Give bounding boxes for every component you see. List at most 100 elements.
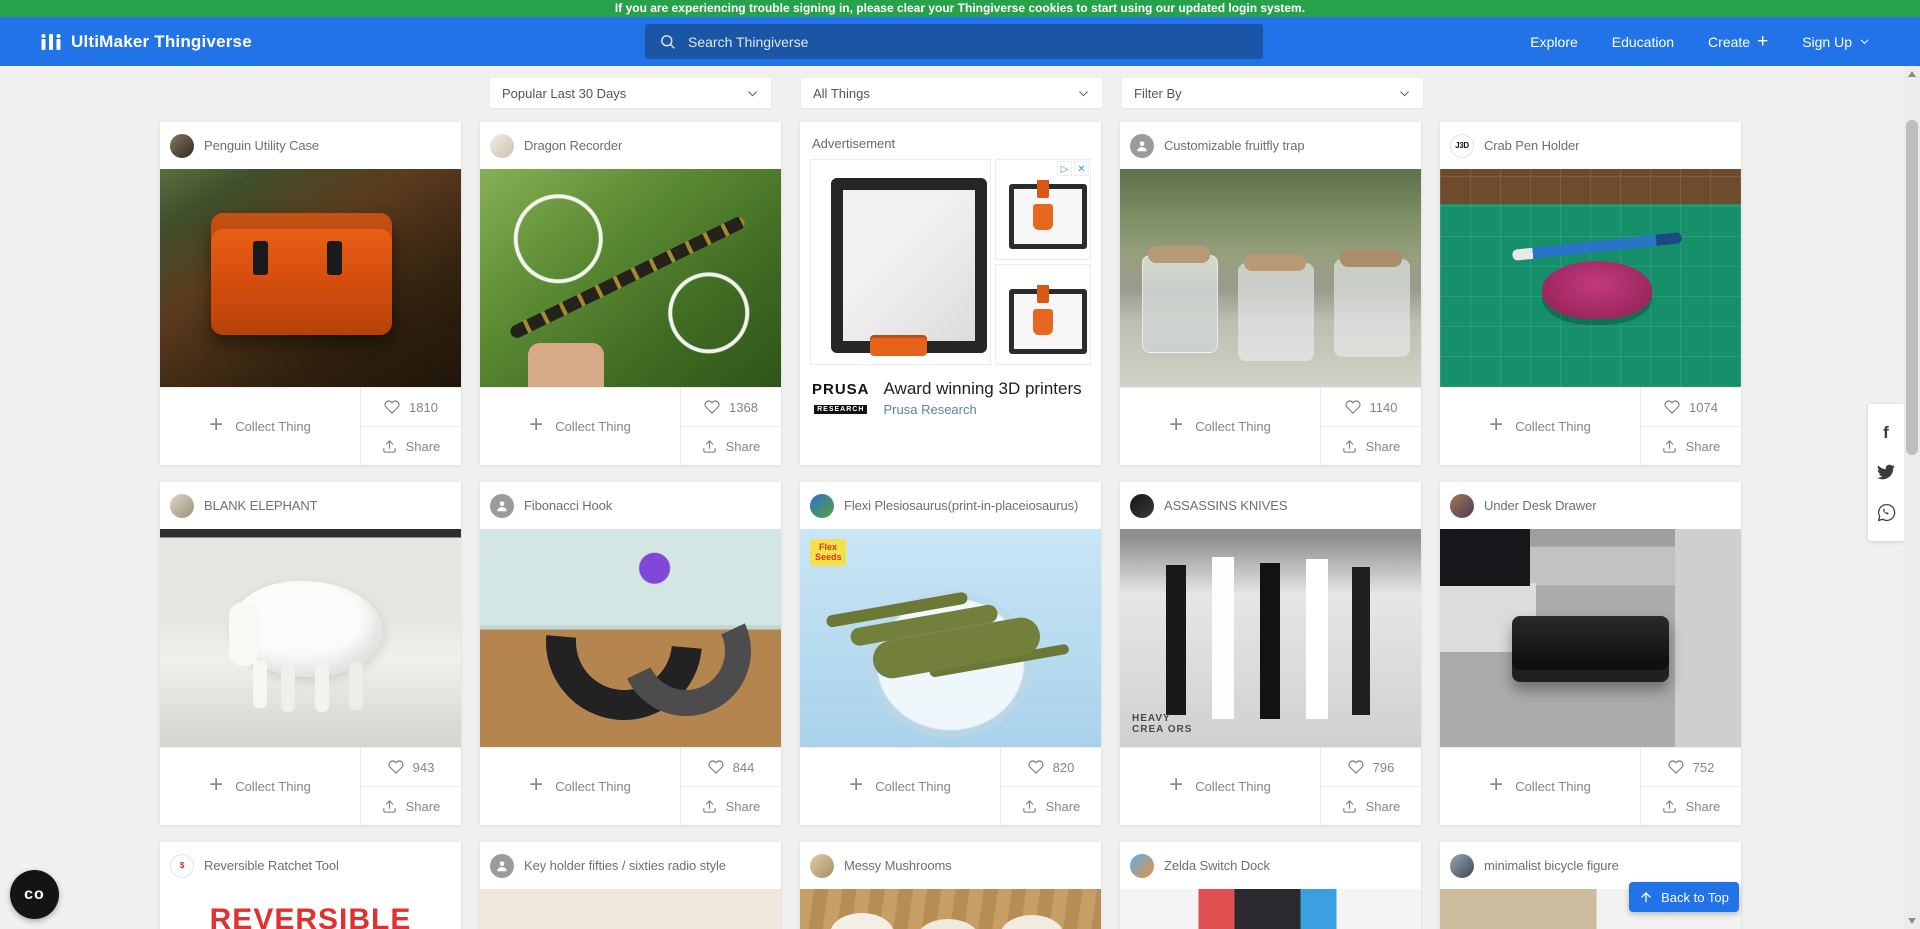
ad-close-icon[interactable]: ✕ [1074, 161, 1089, 176]
creator-avatar[interactable]: J3D [1450, 134, 1474, 158]
collect-thing-button[interactable]: + Collect Thing [800, 748, 1000, 825]
thing-title[interactable]: Dragon Recorder [524, 138, 622, 153]
scroll-down-arrow[interactable] [1908, 918, 1916, 924]
like-count: 1140 [1370, 400, 1398, 415]
nav-explore[interactable]: Explore [1530, 34, 1577, 50]
thing-title[interactable]: Messy Mushrooms [844, 858, 952, 873]
like-button[interactable]: 943 [361, 748, 461, 786]
creator-avatar[interactable] [490, 854, 514, 878]
creator-avatar[interactable] [490, 134, 514, 158]
like-button[interactable]: 1074 [1641, 388, 1741, 426]
creator-avatar[interactable] [810, 854, 834, 878]
share-button[interactable]: Share [1641, 786, 1741, 825]
page-scrollbar[interactable] [1904, 66, 1920, 929]
nav-create[interactable]: Create + [1708, 32, 1768, 51]
thing-title[interactable]: Under Desk Drawer [1484, 498, 1596, 513]
share-button[interactable]: Share [1001, 786, 1101, 825]
advertiser-logo[interactable]: PRUSA RESEARCH [812, 381, 870, 416]
nav-education[interactable]: Education [1612, 34, 1674, 50]
thing-image[interactable] [1440, 529, 1741, 747]
sort-dropdown[interactable]: Popular Last 30 Days [490, 78, 771, 108]
share-button[interactable]: Share [681, 426, 781, 465]
thing-title[interactable]: Fibonacci Hook [524, 498, 612, 513]
ad-image-large[interactable] [810, 159, 991, 365]
collect-thing-button[interactable]: + Collect Thing [480, 388, 680, 465]
like-button[interactable]: 752 [1641, 748, 1741, 786]
thing-title[interactable]: Crab Pen Holder [1484, 138, 1579, 153]
scroll-up-arrow[interactable] [1908, 71, 1916, 77]
creator-avatar[interactable] [810, 494, 834, 518]
scrollbar-thumb[interactable] [1906, 120, 1918, 455]
creator-avatar[interactable] [1450, 854, 1474, 878]
thing-title[interactable]: Key holder fifties / sixties radio style [524, 858, 726, 873]
heart-icon [708, 759, 724, 775]
whatsapp-icon[interactable] [1876, 503, 1896, 523]
nav-sign-up[interactable]: Sign Up [1802, 34, 1870, 50]
creator-avatar[interactable] [1130, 494, 1154, 518]
person-icon [495, 859, 509, 873]
facebook-icon[interactable]: f [1876, 422, 1896, 442]
share-button[interactable]: Share [1321, 786, 1421, 825]
thing-title[interactable]: Flexi Plesiosaurus(print-in-placeiosauru… [844, 498, 1078, 513]
ad-media[interactable]: ▷ ✕ [810, 159, 1091, 365]
adchoices-icon[interactable]: ▷ [1057, 161, 1072, 176]
like-count: 752 [1693, 760, 1715, 775]
like-button[interactable]: 1368 [681, 388, 781, 426]
back-to-top-button[interactable]: Back to Top [1629, 882, 1739, 912]
share-button[interactable]: Share [361, 786, 461, 825]
cookie-settings-button[interactable]: co [10, 870, 59, 919]
thing-image[interactable] [480, 889, 781, 929]
thing-image[interactable]: REVERSIBLE [160, 889, 461, 929]
brand-logo[interactable]: UltiMaker Thingiverse [40, 32, 252, 52]
heart-icon [1348, 759, 1364, 775]
thing-image[interactable] [1120, 889, 1421, 929]
ad-headline[interactable]: Award winning 3D printers [884, 379, 1082, 399]
ad-image-small-bottom[interactable] [995, 264, 1091, 365]
collect-thing-button[interactable]: + Collect Thing [1440, 748, 1640, 825]
thing-title[interactable]: Reversible Ratchet Tool [204, 858, 339, 873]
collect-thing-button[interactable]: + Collect Thing [1120, 748, 1320, 825]
like-button[interactable]: 1140 [1321, 388, 1421, 426]
collect-thing-button[interactable]: + Collect Thing [480, 748, 680, 825]
creator-avatar[interactable] [170, 134, 194, 158]
thing-image[interactable]: Flex Seeds [800, 529, 1101, 747]
ad-advertiser[interactable]: Prusa Research [884, 402, 1082, 417]
like-button[interactable]: 796 [1321, 748, 1421, 786]
creator-avatar[interactable] [1450, 494, 1474, 518]
search-bar[interactable] [645, 24, 1263, 59]
thing-image[interactable] [1120, 169, 1421, 387]
creator-avatar[interactable] [1130, 854, 1154, 878]
thing-image[interactable]: HEAVY CREA ORS [1120, 529, 1421, 747]
thing-image[interactable] [480, 169, 781, 387]
creator-avatar[interactable]: $ [170, 854, 194, 878]
thing-title[interactable]: ASSASSINS KNIVES [1164, 498, 1287, 513]
thing-image[interactable] [160, 529, 461, 747]
thing-image[interactable] [800, 889, 1101, 929]
share-button[interactable]: Share [681, 786, 781, 825]
collect-thing-button[interactable]: + Collect Thing [160, 388, 360, 465]
like-button[interactable]: 820 [1001, 748, 1101, 786]
thing-image[interactable] [160, 169, 461, 387]
creator-avatar[interactable] [490, 494, 514, 518]
category-dropdown[interactable]: All Things [801, 78, 1102, 108]
thing-image[interactable] [480, 529, 781, 747]
filter-by-dropdown[interactable]: Filter By [1122, 78, 1423, 108]
share-button[interactable]: Share [1321, 426, 1421, 465]
twitter-icon[interactable] [1876, 462, 1896, 482]
thing-title[interactable]: minimalist bicycle figure [1484, 858, 1619, 873]
share-button[interactable]: Share [1641, 426, 1741, 465]
thing-title[interactable]: Customizable fruitfly trap [1164, 138, 1304, 153]
thing-title[interactable]: BLANK ELEPHANT [204, 498, 317, 513]
search-input[interactable] [686, 33, 1249, 51]
thing-title[interactable]: Zelda Switch Dock [1164, 858, 1270, 873]
share-button[interactable]: Share [361, 426, 461, 465]
collect-thing-button[interactable]: + Collect Thing [1120, 388, 1320, 465]
thing-title[interactable]: Penguin Utility Case [204, 138, 319, 153]
creator-avatar[interactable] [170, 494, 194, 518]
like-button[interactable]: 1810 [361, 388, 461, 426]
collect-thing-button[interactable]: + Collect Thing [160, 748, 360, 825]
collect-thing-button[interactable]: + Collect Thing [1440, 388, 1640, 465]
like-button[interactable]: 844 [681, 748, 781, 786]
creator-avatar[interactable] [1130, 134, 1154, 158]
thing-image[interactable] [1440, 169, 1741, 387]
